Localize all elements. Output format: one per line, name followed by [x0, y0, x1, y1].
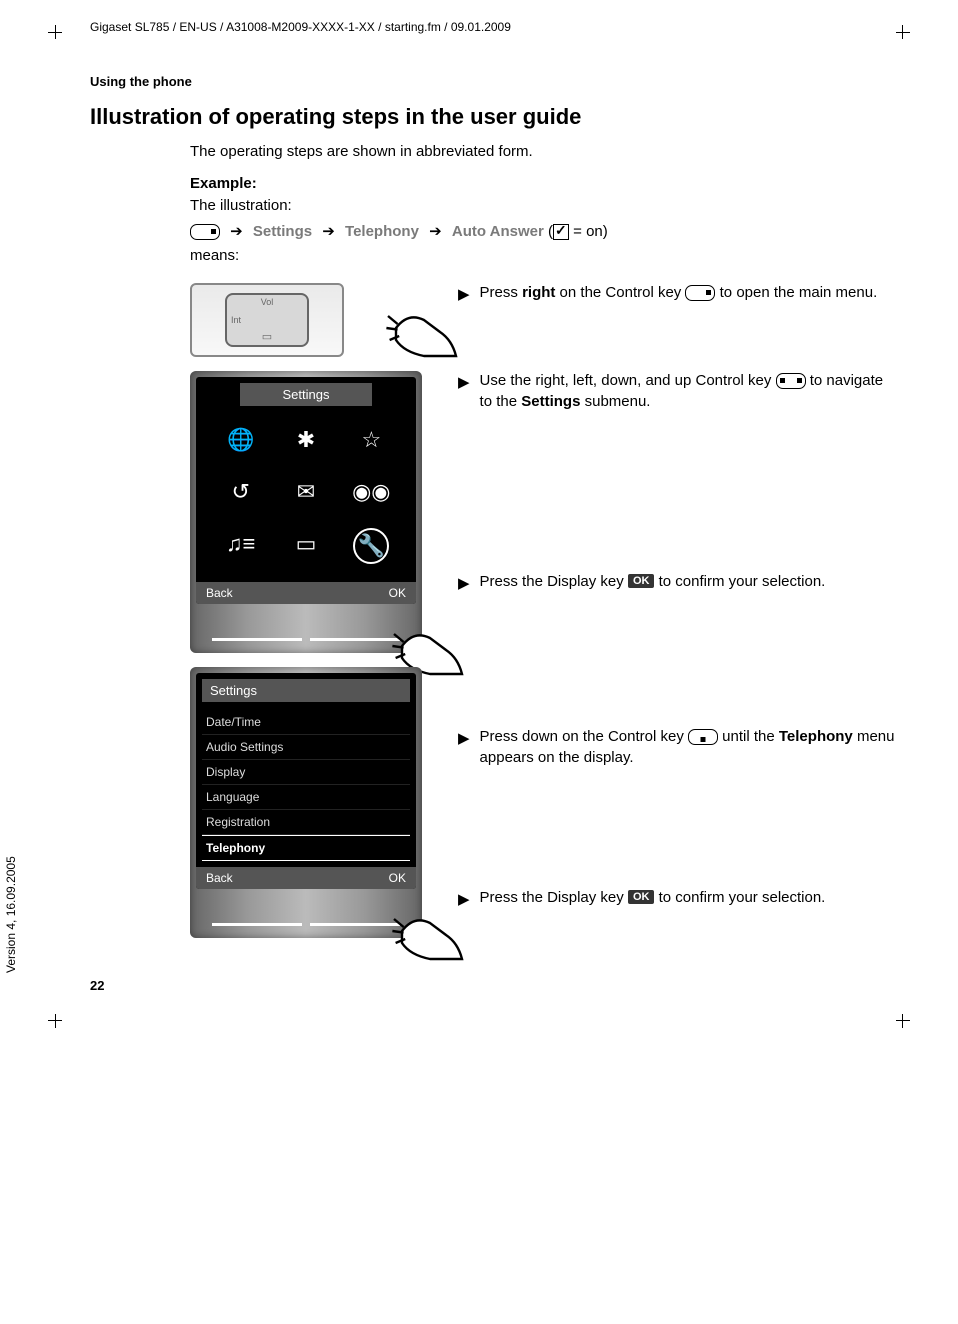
step-3-text: ▶ Press the Display key OK to confirm yo…: [458, 572, 898, 594]
envelope-icon: ✉: [290, 476, 322, 508]
step-4-text: ▶ Press down on the Control key until th…: [458, 727, 898, 768]
doc-header: Gigaset SL785 / EN-US / A31008-M2009-XXX…: [90, 20, 898, 34]
step-1-text: ▶ Press right on the Control key to open…: [458, 283, 898, 305]
hand-pointer-icon: [380, 293, 460, 363]
list-item: Audio Settings: [202, 735, 410, 760]
control-key-right-icon: [685, 285, 715, 301]
breadcrumb: ➔ Settings ➔ Telephony ➔ Auto Answer ( =…: [190, 222, 898, 240]
voicemail-icon: ◉◉: [355, 476, 387, 508]
on-suffix: = on): [569, 223, 608, 240]
phone2-back-softkey: Back: [206, 871, 233, 885]
ok-key-icon: OK: [628, 890, 655, 904]
bluetooth-icon: ✱: [290, 424, 322, 456]
control-key-nav-icon: [776, 373, 806, 389]
nav-auto-answer: Auto Answer: [452, 223, 544, 240]
organizer-icon: ♫≡: [225, 528, 257, 560]
example-label: Example:: [190, 175, 898, 192]
control-key-icon: [190, 224, 220, 240]
checkbox-icon: [553, 224, 569, 240]
phone1-back-softkey: Back: [206, 586, 233, 600]
control-key-down-icon: [688, 729, 718, 745]
list-item-selected: Telephony: [202, 835, 410, 861]
ok-key-icon: OK: [628, 574, 655, 588]
star-icon: ☆: [355, 424, 387, 456]
nav-settings: Settings: [253, 223, 312, 240]
phone1-ok-softkey: OK: [389, 586, 406, 600]
list-item: Registration: [202, 810, 410, 835]
settings-wrench-icon: 🔧: [353, 528, 389, 564]
list-item: Language: [202, 785, 410, 810]
globe-icon: 🌐: [225, 424, 257, 456]
list-item: Date/Time: [202, 710, 410, 735]
phone2-ok-softkey: OK: [389, 871, 406, 885]
means-label: means:: [190, 246, 898, 266]
list-item: Display: [202, 760, 410, 785]
section-label: Using the phone: [90, 74, 898, 89]
dpad-vol-label: Vol: [261, 297, 274, 307]
control-key-illustration: Vol Int ▭: [190, 283, 344, 357]
version-footer: Version 4, 16.09.2005: [4, 857, 18, 974]
dpad-book-icon: ▭: [262, 330, 272, 343]
nav-telephony: Telephony: [345, 223, 419, 240]
intro-text: The operating steps are shown in abbrevi…: [190, 142, 898, 162]
page-title: Illustration of operating steps in the u…: [90, 104, 898, 130]
phone2-title: Settings: [202, 679, 410, 702]
phone1-title: Settings: [240, 383, 372, 406]
step-2-text: ▶ Use the right, left, down, and up Cont…: [458, 371, 898, 412]
hand-pointer-icon: [386, 896, 466, 966]
call-list-icon: ↺: [225, 476, 257, 508]
dpad-int-label: Int: [231, 315, 241, 325]
directory-icon: ▭: [290, 528, 322, 560]
page-number: 22: [90, 978, 898, 993]
step-5-text: ▶ Press the Display key OK to confirm yo…: [458, 888, 898, 910]
illustration-label: The illustration:: [190, 196, 898, 216]
